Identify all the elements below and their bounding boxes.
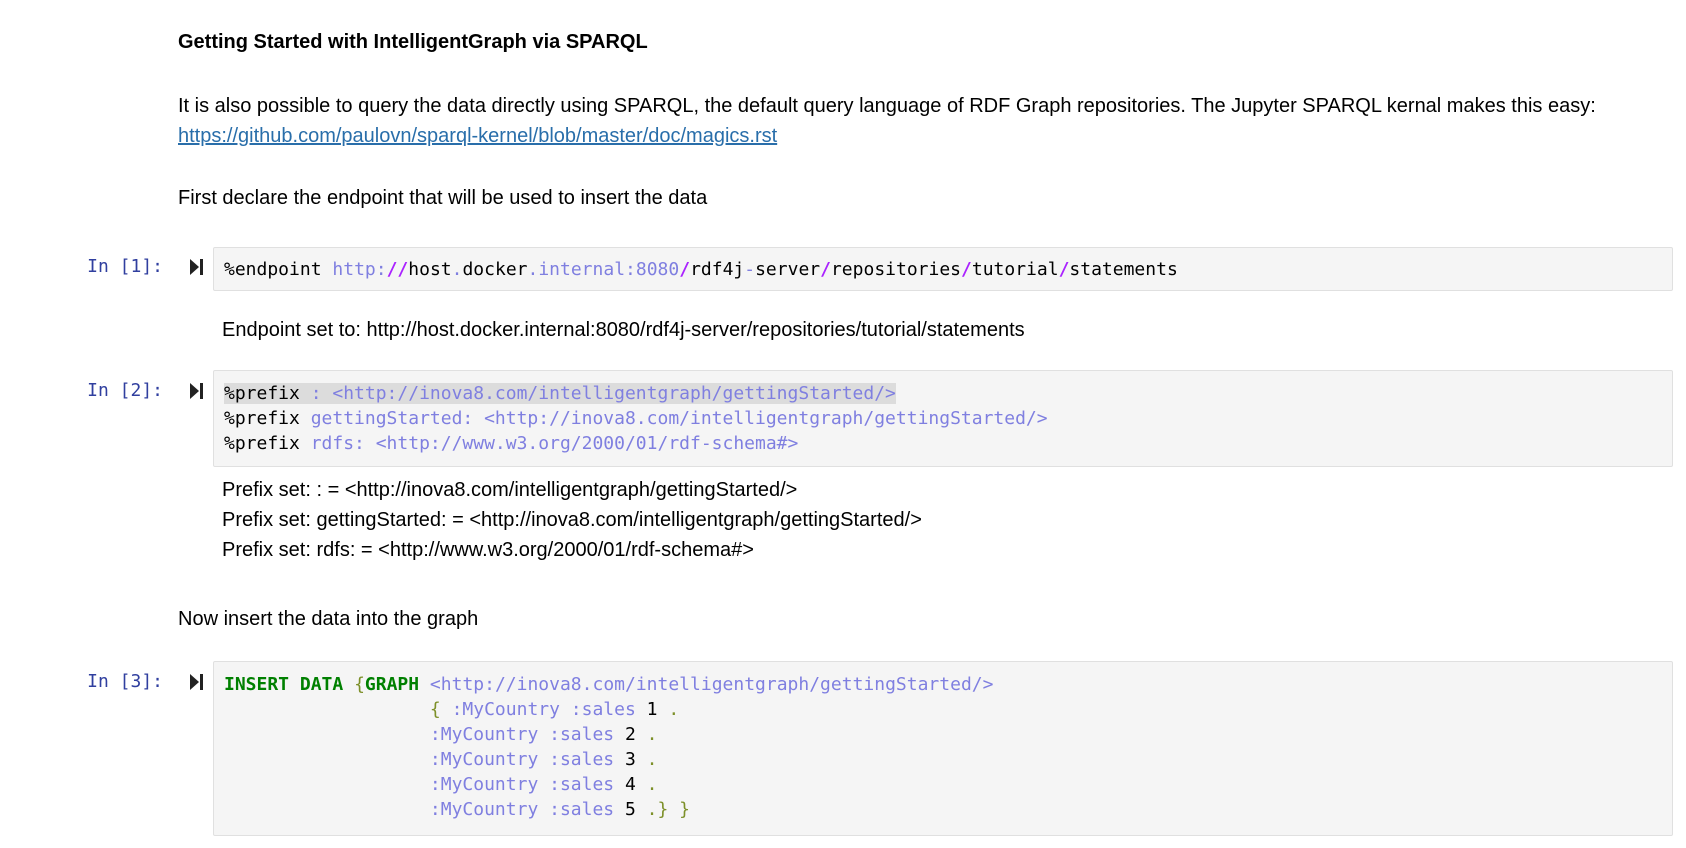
- code-line: %prefix rdfs: <http://www.w3.org/2000/01…: [224, 433, 799, 454]
- code-line: :MyCountry :sales 2 .: [429, 724, 658, 745]
- output-line: Endpoint set to: http://host.docker.inte…: [222, 319, 1025, 341]
- section-heading: Getting Started with IntelligentGraph vi…: [178, 31, 648, 53]
- code-line: :MyCountry :sales 5 .} }: [429, 799, 691, 820]
- code-line: :MyCountry :sales 3 .: [429, 749, 658, 770]
- cell-1-prompt: In [1]:: [87, 256, 163, 277]
- cell-2-prompt: In [2]:: [87, 380, 163, 401]
- cell-2-output: Prefix set: : = <http://inova8.com/intel…: [222, 475, 922, 565]
- insert-paragraph: Now insert the data into the graph: [178, 608, 479, 630]
- code-line: { :MyCountry :sales 1 .: [429, 699, 680, 720]
- cell-3-input[interactable]: INSERT DATA {GRAPH <http://inova8.com/in…: [213, 661, 1673, 836]
- intro-paragraph: It is also possible to query the data di…: [178, 91, 1648, 151]
- code-line: :MyCountry :sales 4 .: [429, 774, 658, 795]
- cell-3-prompt: In [3]:: [87, 671, 163, 692]
- output-line: Prefix set: : = <http://inova8.com/intel…: [222, 479, 798, 501]
- declare-paragraph: First declare the endpoint that will be …: [178, 187, 708, 209]
- code-line: %prefix : <http://inova8.com/intelligent…: [224, 381, 1672, 406]
- markdown-cell-heading: Getting Started with IntelligentGraph vi…: [178, 27, 648, 57]
- selected-text: %prefix : <http://inova8.com/intelligent…: [224, 383, 896, 404]
- code-line: %endpoint http://host.docker.internal:80…: [224, 259, 1178, 280]
- run-cell-icon[interactable]: [188, 671, 206, 693]
- run-cell-icon[interactable]: [188, 256, 206, 278]
- run-cell-icon[interactable]: [188, 380, 206, 402]
- markdown-cell-insert: Now insert the data into the graph: [178, 604, 478, 634]
- sparql-kernel-magics-link[interactable]: https://github.com/paulovn/sparql-kernel…: [178, 125, 777, 147]
- markdown-cell-intro: It is also possible to query the data di…: [178, 91, 1648, 151]
- cell-2-input[interactable]: %prefix : <http://inova8.com/intelligent…: [213, 370, 1673, 467]
- markdown-cell-declare: First declare the endpoint that will be …: [178, 183, 707, 213]
- cell-1-output: Endpoint set to: http://host.docker.inte…: [222, 315, 1025, 345]
- output-line: Prefix set: rdfs: = <http://www.w3.org/2…: [222, 539, 754, 561]
- intro-text: It is also possible to query the data di…: [178, 95, 1596, 117]
- code-line: INSERT DATA {GRAPH <http://inova8.com/in…: [224, 674, 994, 695]
- cell-1-input[interactable]: %endpoint http://host.docker.internal:80…: [213, 247, 1673, 291]
- output-line: Prefix set: gettingStarted: = <http://in…: [222, 509, 922, 531]
- code-line: %prefix gettingStarted: <http://inova8.c…: [224, 408, 1048, 429]
